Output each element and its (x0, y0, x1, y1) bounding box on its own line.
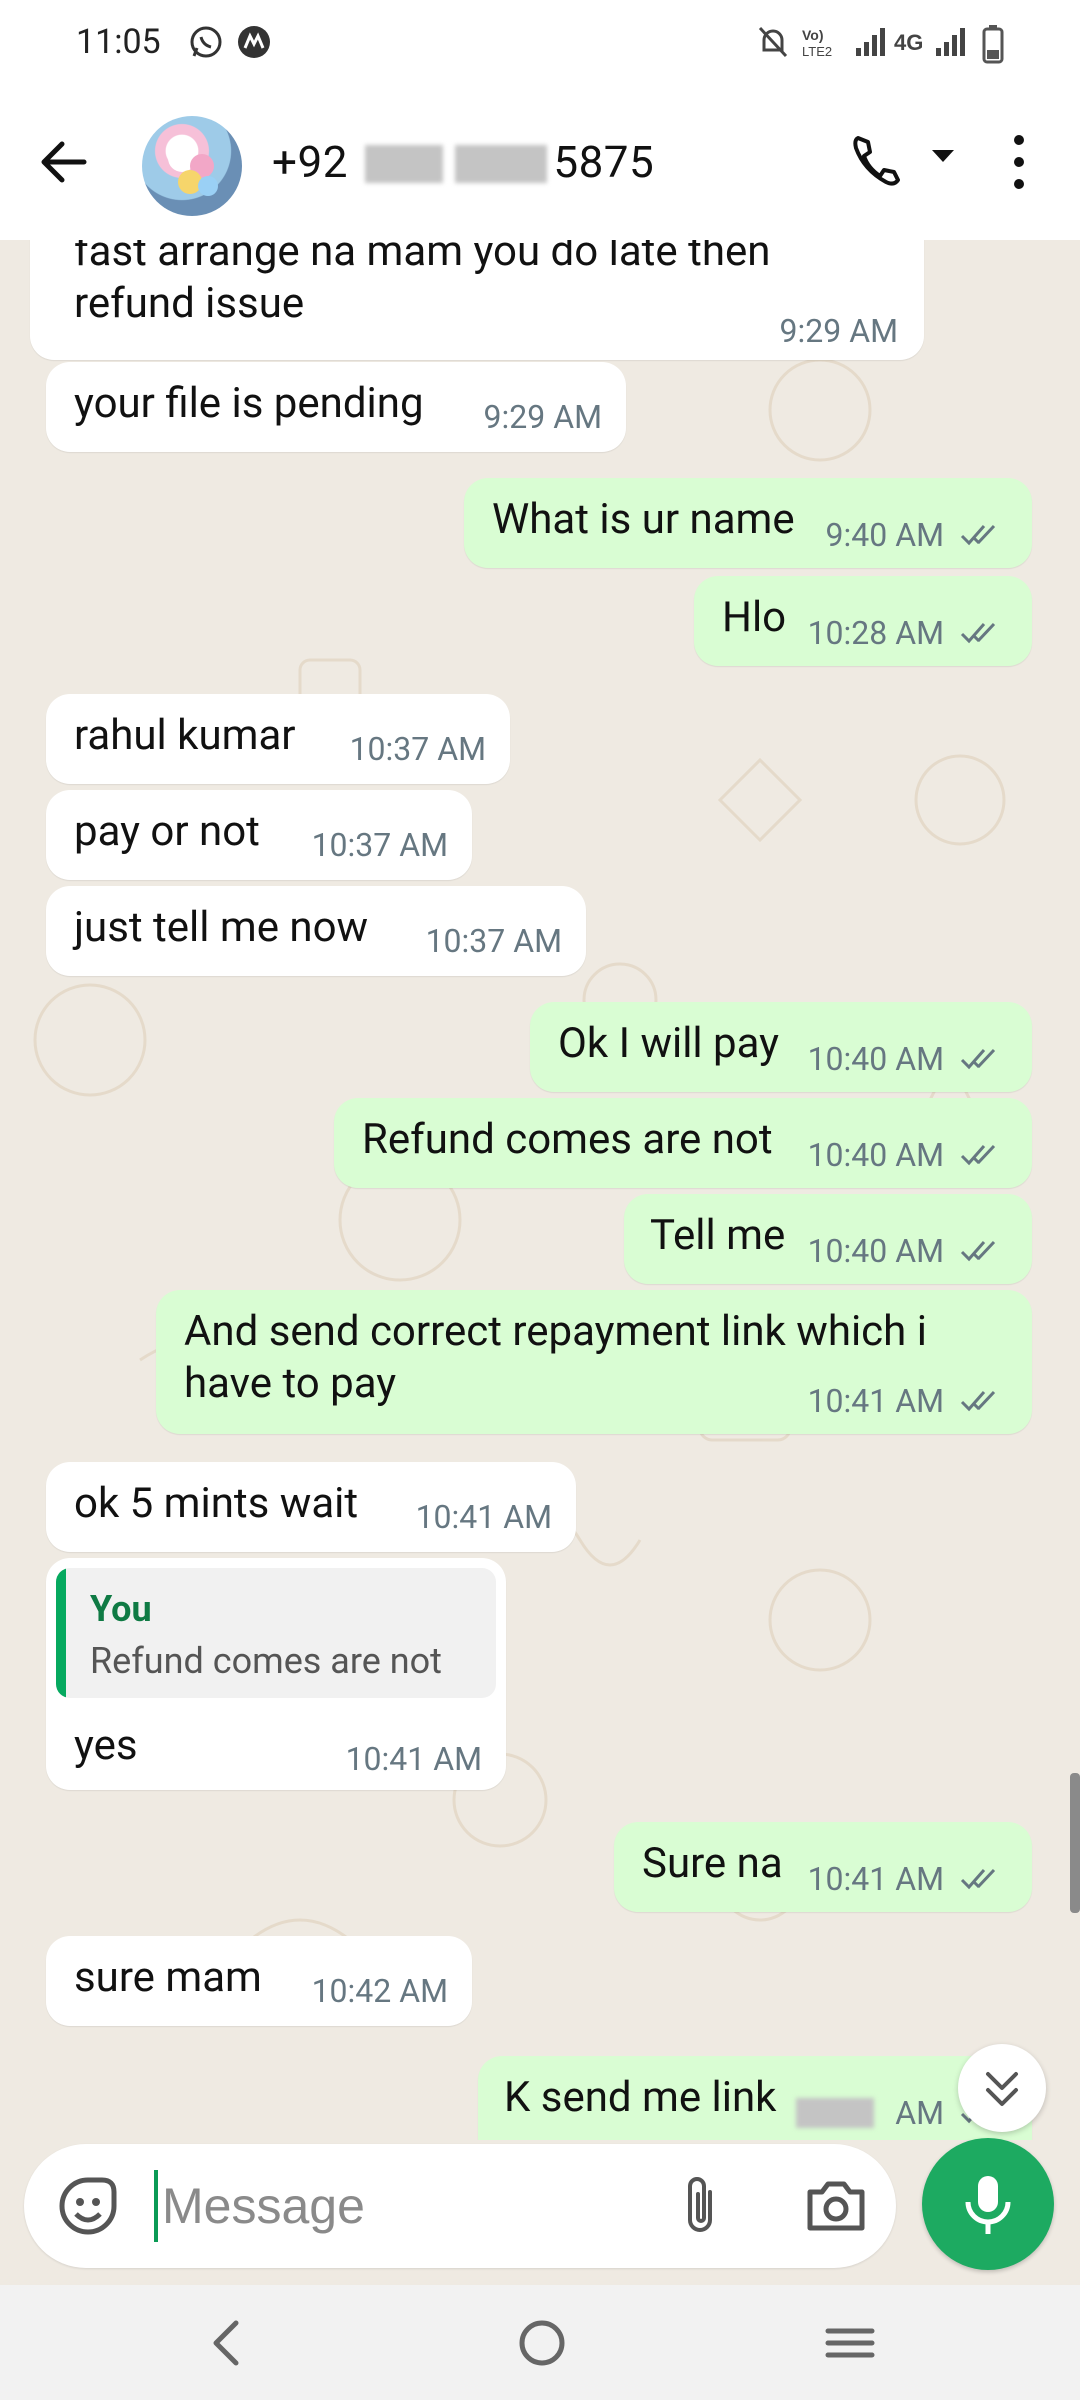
message-time: 10:42 AM (311, 1972, 448, 2010)
4g-icon: 4G (894, 30, 923, 55)
message-text: your file is pending (74, 379, 424, 428)
message-time: 10:40 AM (807, 1040, 944, 1078)
redacted-time (796, 2098, 874, 2128)
read-tick-icon (960, 1048, 996, 1070)
redacted-number (455, 145, 548, 183)
dropdown-icon[interactable] (928, 146, 958, 166)
nav-home-icon[interactable] (514, 2315, 570, 2371)
message-text: K send me link (504, 2073, 777, 2122)
message-time: 9:40 AM (825, 516, 944, 554)
battery-icon (982, 25, 1004, 64)
contact-suffix: 5875 (553, 136, 655, 188)
mute-icon (758, 26, 788, 58)
message-text: Sure na (642, 1839, 783, 1888)
message-time: 9:29 AM (483, 398, 602, 436)
message-incoming[interactable]: your file is pending 9:29 AM (46, 362, 626, 452)
quoted-message[interactable]: You Refund comes are not (56, 1568, 496, 1698)
svg-text:Vo): Vo) (802, 27, 824, 43)
message-text: yes (74, 1721, 138, 1770)
message-time: 10:28 AM (807, 614, 944, 652)
chat-area[interactable]: fast arrange na mam you do late then ref… (0, 240, 1080, 2140)
message-text: ok 5 mints wait (74, 1479, 359, 1528)
read-tick-icon (960, 622, 996, 644)
message-text: Refund comes are not (362, 1115, 773, 1164)
contact-name[interactable]: +92 5875 (272, 136, 654, 188)
message-time: 10:41 AM (415, 1498, 552, 1536)
message-time: AM (895, 2094, 944, 2132)
message-incoming[interactable]: just tell me now 10:37 AM (46, 886, 586, 976)
message-outgoing[interactable]: What is ur name 9:40 AM (464, 478, 1032, 568)
whatsapp-icon (190, 26, 222, 58)
svg-text:LTE2: LTE2 (802, 44, 832, 59)
nav-recents-icon[interactable] (822, 2315, 878, 2371)
message-time: 9:29 AM (779, 312, 898, 350)
message-time: 10:41 AM (345, 1740, 482, 1778)
message-time: 10:40 AM (807, 1232, 944, 1270)
message-time: 10:41 AM (807, 1860, 944, 1898)
chat-header: +92 5875 (0, 90, 1080, 240)
app-notification-icon (238, 26, 270, 58)
message-incoming[interactable]: sure mam 10:42 AM (46, 1936, 472, 2026)
message-time: 10:37 AM (349, 730, 486, 768)
message-outgoing[interactable]: K send me link AM (478, 2056, 1032, 2140)
double-chevron-down-icon (986, 2072, 1018, 2106)
message-time: 10:37 AM (425, 922, 562, 960)
voice-message-button[interactable] (922, 2138, 1054, 2270)
call-icon[interactable] (848, 130, 904, 190)
mic-icon (965, 2176, 1011, 2234)
message-incoming[interactable]: pay or not 10:37 AM (46, 790, 472, 880)
message-composer (24, 2144, 896, 2268)
message-text: sure mam (74, 1953, 262, 2002)
message-text: Ok I will pay (558, 1019, 780, 1068)
message-time: 10:37 AM (311, 826, 448, 864)
read-tick-icon (960, 1390, 996, 1412)
message-text: Hlo (722, 593, 787, 642)
message-outgoing[interactable]: Sure na 10:41 AM (614, 1822, 1032, 1912)
message-incoming-reply[interactable]: You Refund comes are not yes 10:41 AM (46, 1558, 506, 1790)
message-input[interactable] (154, 2170, 684, 2242)
svg-text:4G: 4G (894, 30, 923, 55)
message-time: 10:40 AM (807, 1136, 944, 1174)
signal-icon (856, 28, 885, 56)
back-arrow-icon[interactable] (34, 132, 94, 192)
quote-sender: You (90, 1588, 152, 1630)
message-text: rahul kumar (74, 711, 296, 760)
scrollbar-thumb[interactable] (1070, 1773, 1080, 1913)
message-outgoing[interactable]: Ok I will pay 10:40 AM (530, 1002, 1032, 1092)
signal-icon-2 (936, 28, 965, 56)
message-incoming[interactable]: ok 5 mints wait 10:41 AM (46, 1462, 576, 1552)
camera-icon[interactable] (804, 2176, 868, 2236)
message-incoming[interactable]: fast arrange na mam you do late then ref… (30, 240, 924, 360)
message-text: fast arrange na mam you do late then ref… (74, 240, 781, 328)
status-bar: 11:05 Vo) LTE2 4G (0, 0, 1080, 90)
nav-back-icon[interactable] (206, 2315, 246, 2371)
contact-prefix: +92 (272, 136, 348, 188)
message-outgoing[interactable]: And send correct repayment link which i … (156, 1290, 1032, 1434)
quote-text: Refund comes are not (90, 1640, 442, 1682)
message-text: What is ur name (492, 495, 795, 544)
message-time: 10:41 AM (807, 1382, 944, 1420)
message-incoming[interactable]: rahul kumar 10:37 AM (46, 694, 510, 784)
message-outgoing[interactable]: Refund comes are not 10:40 AM (334, 1098, 1032, 1188)
read-tick-icon (960, 1240, 996, 1262)
message-text: Tell me (650, 1211, 786, 1260)
attach-icon[interactable] (674, 2172, 728, 2240)
quote-accent-bar (56, 1568, 66, 1698)
status-time: 11:05 (76, 22, 161, 62)
message-outgoing[interactable]: Hlo 10:28 AM (694, 576, 1032, 666)
system-nav-bar (0, 2285, 1080, 2400)
redacted-number (365, 145, 444, 183)
read-tick-icon (960, 1868, 996, 1890)
message-text: pay or not (74, 807, 260, 856)
message-text: just tell me now (74, 903, 369, 952)
scroll-to-bottom-button[interactable] (958, 2044, 1046, 2132)
more-options-icon[interactable] (1004, 130, 1034, 196)
volte-icon: Vo) LTE2 (802, 27, 832, 59)
avatar[interactable] (142, 116, 242, 216)
message-outgoing[interactable]: Tell me 10:40 AM (624, 1194, 1032, 1284)
read-tick-icon (960, 524, 996, 546)
emoji-icon[interactable] (56, 2174, 120, 2238)
read-tick-icon (960, 1144, 996, 1166)
